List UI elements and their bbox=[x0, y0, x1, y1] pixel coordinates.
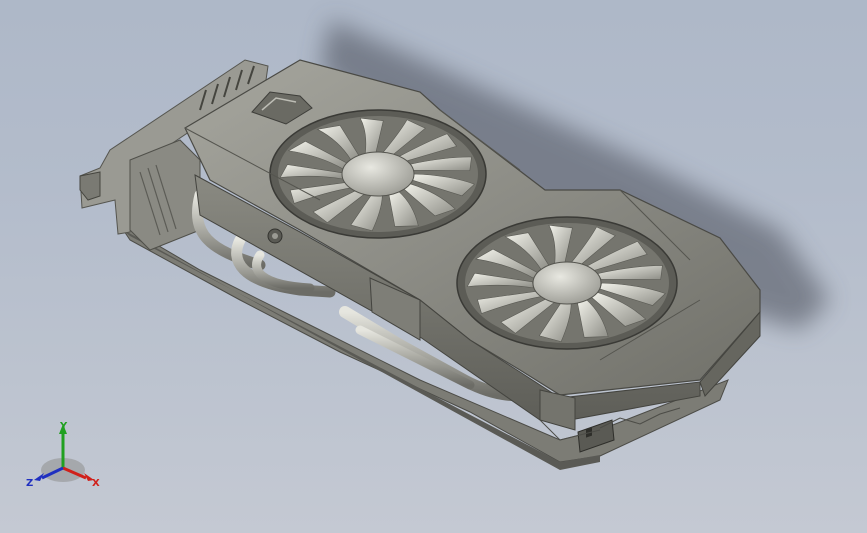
y-axis-label: Y bbox=[59, 421, 68, 432]
fan-1 bbox=[269, 109, 487, 239]
z-axis-label: Z bbox=[26, 478, 33, 489]
fan-2 bbox=[456, 216, 678, 350]
cad-viewport[interactable]: Y X Z bbox=[0, 0, 867, 533]
view-orientation-triad[interactable]: Y X Z bbox=[26, 418, 106, 498]
graphics-card-model[interactable] bbox=[0, 0, 867, 533]
shroud-lower-block bbox=[539, 389, 576, 431]
x-axis-label: X bbox=[92, 478, 100, 489]
fan-1-hub bbox=[341, 151, 415, 197]
fan-2-hub bbox=[532, 261, 602, 305]
